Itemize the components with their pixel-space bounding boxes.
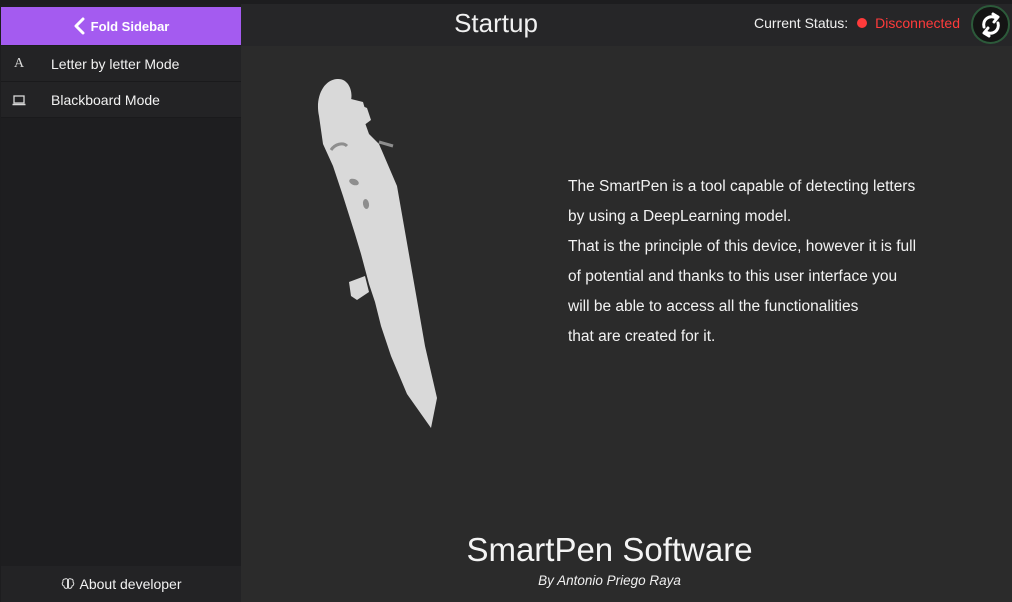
sidebar-item-blackboard-mode[interactable]: Blackboard Mode (1, 82, 241, 118)
author-credit: By Antonio Priego Raya (538, 573, 681, 588)
sidebar-item-label: Blackboard Mode (51, 91, 160, 108)
page-title: Startup (454, 8, 538, 38)
top-bar: Startup Current Status: Disconnected (241, 4, 1012, 46)
brand-title: SmartPen Software (466, 531, 753, 568)
sidebar-item-letter-mode[interactable]: A Letter by letter Mode (1, 46, 241, 82)
sidebar-item-label: Letter by letter Mode (51, 55, 180, 72)
brain-icon (61, 578, 74, 589)
description-line: that are created for it. (568, 328, 716, 345)
chevron-left-icon (74, 17, 85, 35)
fold-sidebar-button[interactable]: Fold Sidebar (1, 7, 241, 45)
status-dot-icon (857, 18, 868, 28)
sidebar: Fold Sidebar A Letter by letter Mode Bla… (1, 4, 241, 602)
letter-a-icon: A (13, 55, 25, 71)
description-line: That is the principle of this device, ho… (568, 238, 917, 255)
description-line: of potential and thanks to this user int… (568, 268, 898, 285)
fold-sidebar-label: Fold Sidebar (90, 18, 170, 34)
connection-status: Current Status: Disconnected (754, 4, 960, 42)
sidebar-menu: A Letter by letter Mode Blackboard Mode (1, 46, 241, 118)
about-developer-label: About developer (79, 576, 182, 592)
sync-icon (981, 12, 1000, 37)
smartpen-illustration (317, 78, 437, 429)
monitor-icon (12, 94, 26, 105)
description-line: The SmartPen is a tool capable of detect… (568, 178, 916, 195)
description-line: will be able to access all the functiona… (568, 298, 859, 315)
app-window: Fold Sidebar A Letter by letter Mode Bla… (0, 0, 1012, 602)
intro-description: The SmartPen is a tool capable of detect… (568, 172, 968, 352)
status-value: Disconnected (875, 15, 960, 31)
reconnect-button[interactable] (971, 5, 1010, 44)
status-label: Current Status: (754, 15, 849, 31)
about-developer-button[interactable]: About developer (1, 566, 241, 602)
description-line: by using a DeepLearning model. (568, 208, 792, 225)
main-content: The SmartPen is a tool capable of detect… (241, 46, 1012, 602)
